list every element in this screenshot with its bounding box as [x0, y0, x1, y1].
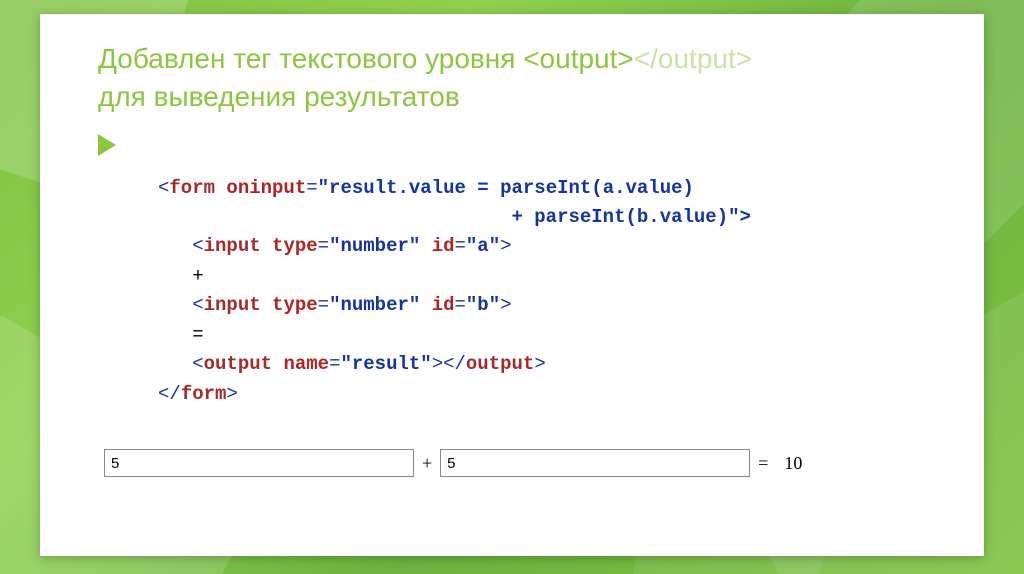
code-val-id-a: "a"	[466, 235, 500, 257]
code-block: <form oninput="result.value = parseInt(a…	[158, 174, 938, 410]
play-icon	[98, 134, 116, 156]
code-val-type-a: "number"	[329, 235, 420, 257]
code-attr-id-a: id	[432, 235, 455, 257]
render-result: 10	[784, 453, 802, 474]
input-b[interactable]	[440, 449, 750, 477]
slide-title: Добавлен тег текстового уровня <output><…	[98, 40, 938, 116]
code-val-type-b: "number"	[329, 294, 420, 316]
code-attr-id-b: id	[432, 294, 455, 316]
render-eq: =	[758, 453, 768, 474]
code-val-1: "result.value = parseInt(a.value)	[318, 177, 694, 199]
title-tag-open: <output>	[523, 43, 634, 74]
code-attr-name: name	[283, 353, 329, 375]
code-val-id-b: "b"	[466, 294, 500, 316]
code-tag-form: form	[169, 177, 215, 199]
code-tag-output-close: output	[466, 353, 534, 375]
code-tag-input-b: input	[204, 294, 261, 316]
code-attr-type-b: type	[272, 294, 318, 316]
code-plus: +	[192, 265, 203, 287]
code-tag-form-close: form	[181, 383, 227, 405]
title-text-2: для выведения результатов	[98, 81, 460, 112]
title-tag-close: </output>	[634, 43, 752, 74]
code-attr-type-a: type	[272, 235, 318, 257]
code-val-2: + parseInt(b.value)">	[511, 206, 750, 228]
code-attr-oninput: oninput	[226, 177, 306, 199]
input-a[interactable]	[104, 449, 414, 477]
rendered-form: + = 10	[104, 449, 938, 477]
code-tag-output: output	[204, 353, 272, 375]
code-val-name: "result"	[340, 353, 431, 375]
code-tag-input-a: input	[204, 235, 261, 257]
render-plus: +	[422, 453, 432, 474]
slide-card: Добавлен тег текстового уровня <output><…	[40, 14, 984, 556]
code-eq: =	[192, 324, 203, 346]
title-text-1: Добавлен тег текстового уровня	[98, 43, 523, 74]
